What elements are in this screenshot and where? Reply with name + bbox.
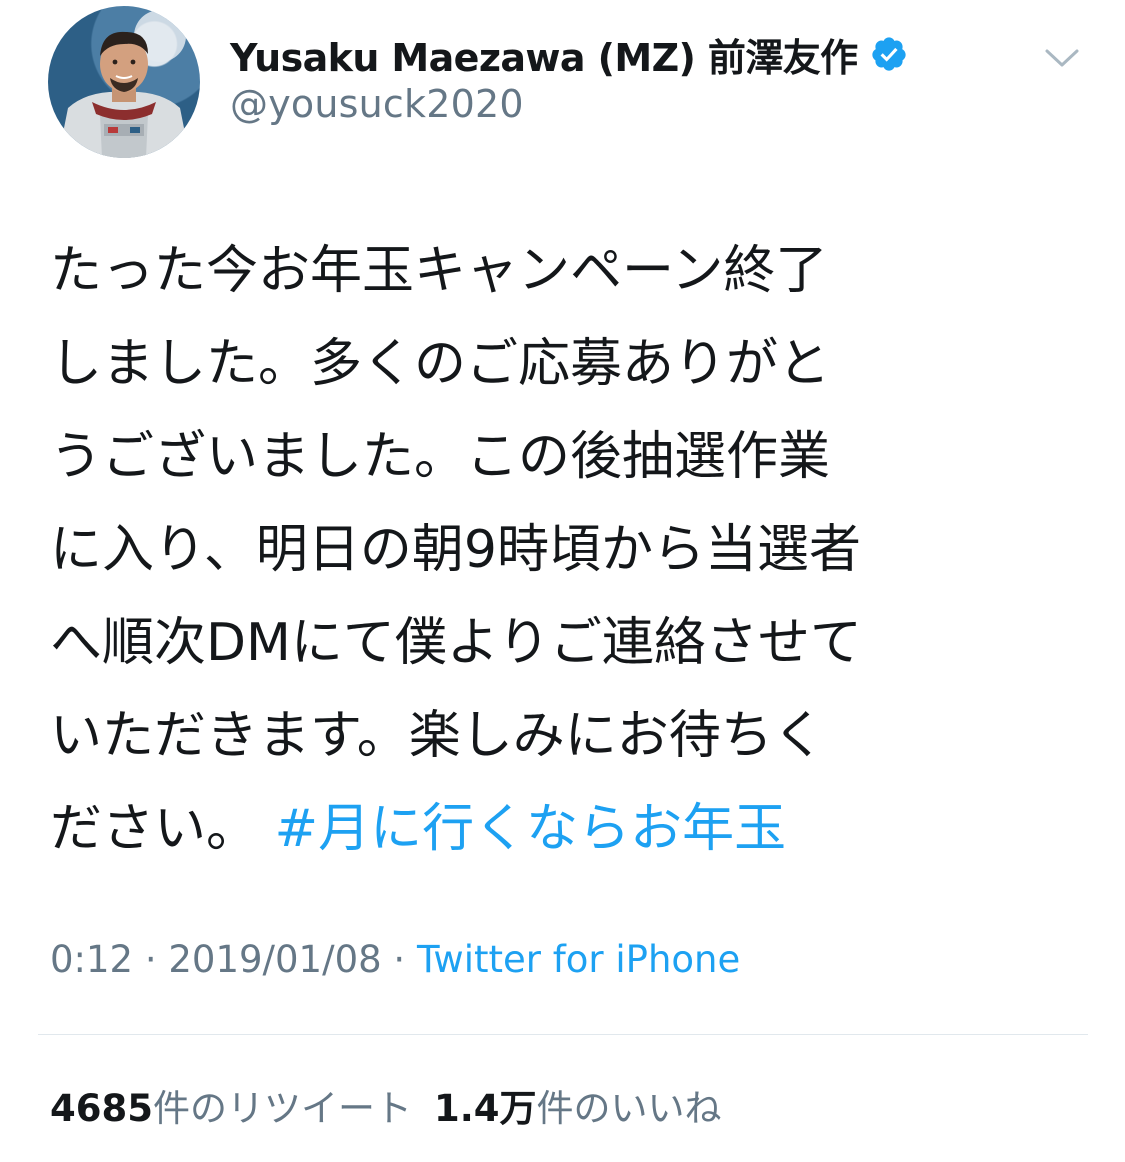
tweet-text-line: たった今お年玉キャンペーン終了 bbox=[50, 241, 828, 301]
tweet-text-line: いただきます。楽しみにお待ちく bbox=[50, 706, 825, 766]
retweets-label: 件のリツイート bbox=[152, 1087, 412, 1130]
likes-count: 1.4万 bbox=[433, 1087, 537, 1130]
divider bbox=[38, 1034, 1088, 1035]
tweet-card: Yusaku Maezawa (MZ) 前澤友作 @yousuck2020 たっ… bbox=[0, 0, 1125, 1162]
tweet-date[interactable]: 2019/01/08 bbox=[168, 938, 381, 981]
likes-stat[interactable]: 1.4万件のいいね bbox=[434, 1087, 722, 1130]
astronaut-portrait-icon bbox=[58, 10, 190, 158]
tweet-time[interactable]: 0:12 bbox=[50, 938, 133, 981]
avatar[interactable] bbox=[48, 6, 200, 158]
tweet-text-line: へ順次DMにて僕よりご連絡させて bbox=[50, 613, 862, 673]
meta-separator: · bbox=[393, 938, 406, 981]
tweet-text-tail: ださい。 bbox=[50, 799, 259, 859]
tweet-text-line: しました。多くのご応募ありがと bbox=[50, 334, 831, 394]
tweet-text-line: に入り、明日の朝9時頃から当選者 bbox=[50, 520, 862, 580]
author-handle[interactable]: @yousuck2020 bbox=[230, 82, 524, 126]
retweets-stat[interactable]: 4685件のリツイート bbox=[50, 1087, 412, 1130]
chevron-down-icon[interactable] bbox=[1044, 46, 1080, 70]
author-display-name[interactable]: Yusaku Maezawa (MZ) 前澤友作 bbox=[230, 27, 858, 82]
tweet-text: たった今お年玉キャンペーン終了 しました。多くのご応募ありがと うございました。… bbox=[50, 225, 1080, 876]
tweet-meta: 0:12 · 2019/01/08 · Twitter for iPhone bbox=[50, 938, 740, 981]
meta-separator: · bbox=[144, 938, 157, 981]
tweet-source-link[interactable]: Twitter for iPhone bbox=[417, 938, 740, 981]
likes-label: 件のいいね bbox=[536, 1087, 722, 1130]
hashtag-link[interactable]: #月に行くならお年玉 bbox=[275, 799, 787, 859]
tweet-text-last-line: ださい。 #月に行くならお年玉 bbox=[50, 783, 1080, 876]
tweet-stats: 4685件のリツイート 1.4万件のいいね bbox=[50, 1078, 722, 1132]
author-name-row[interactable]: Yusaku Maezawa (MZ) 前澤友作 bbox=[230, 26, 908, 82]
retweets-count: 4685 bbox=[50, 1087, 153, 1130]
verified-badge-icon bbox=[870, 35, 908, 73]
tweet-text-line: うございました。この後抽選作業 bbox=[50, 427, 831, 487]
